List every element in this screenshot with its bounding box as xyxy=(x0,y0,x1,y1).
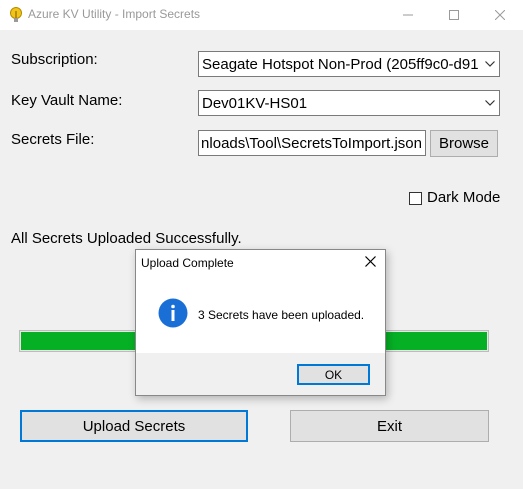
browse-button[interactable]: Browse xyxy=(430,130,498,157)
status-text: All Secrets Uploaded Successfully. xyxy=(11,230,242,247)
upload-complete-dialog: Upload Complete 3 Secrets have been uplo… xyxy=(135,249,386,396)
dark-mode-checkbox[interactable] xyxy=(409,192,422,205)
secrets-file-value: nloads\Tool\SecretsToImport.json xyxy=(201,135,422,152)
dark-mode-label[interactable]: Dark Mode xyxy=(427,189,500,206)
minimize-button[interactable] xyxy=(385,0,431,30)
close-icon xyxy=(495,10,505,20)
keyvault-dropdown[interactable]: Dev01KV-HS01 xyxy=(198,90,500,116)
minimize-icon xyxy=(403,10,413,20)
subscription-label: Subscription: xyxy=(11,51,98,68)
subscription-value: Seagate Hotspot Non-Prod (205ff9c0-d91 xyxy=(202,56,479,73)
keyvault-value: Dev01KV-HS01 xyxy=(202,95,308,112)
window-title: Azure KV Utility - Import Secrets xyxy=(28,7,201,21)
secrets-file-input[interactable]: nloads\Tool\SecretsToImport.json xyxy=(198,130,426,156)
close-window-button[interactable] xyxy=(477,0,523,30)
exit-button[interactable]: Exit xyxy=(290,410,489,442)
maximize-icon xyxy=(449,10,459,20)
dialog-title: Upload Complete xyxy=(141,256,234,270)
dialog-close-button[interactable] xyxy=(361,254,379,272)
dialog-message: 3 Secrets have been uploaded. xyxy=(198,308,365,322)
subscription-dropdown[interactable]: Seagate Hotspot Non-Prod (205ff9c0-d91 xyxy=(198,51,500,77)
maximize-button[interactable] xyxy=(431,0,477,30)
chevron-down-icon xyxy=(481,52,499,76)
close-icon xyxy=(364,254,376,272)
info-icon xyxy=(158,298,188,328)
title-bar: Azure KV Utility - Import Secrets xyxy=(0,0,523,30)
upload-secrets-button[interactable]: Upload Secrets xyxy=(20,410,248,442)
keyvault-label: Key Vault Name: xyxy=(11,92,123,109)
key-bulb-icon xyxy=(9,7,23,23)
dialog-body: Upload Complete 3 Secrets have been uplo… xyxy=(136,250,385,353)
chevron-down-icon xyxy=(481,91,499,115)
dialog-ok-button[interactable]: OK xyxy=(297,364,370,385)
secrets-file-label: Secrets File: xyxy=(11,131,95,148)
